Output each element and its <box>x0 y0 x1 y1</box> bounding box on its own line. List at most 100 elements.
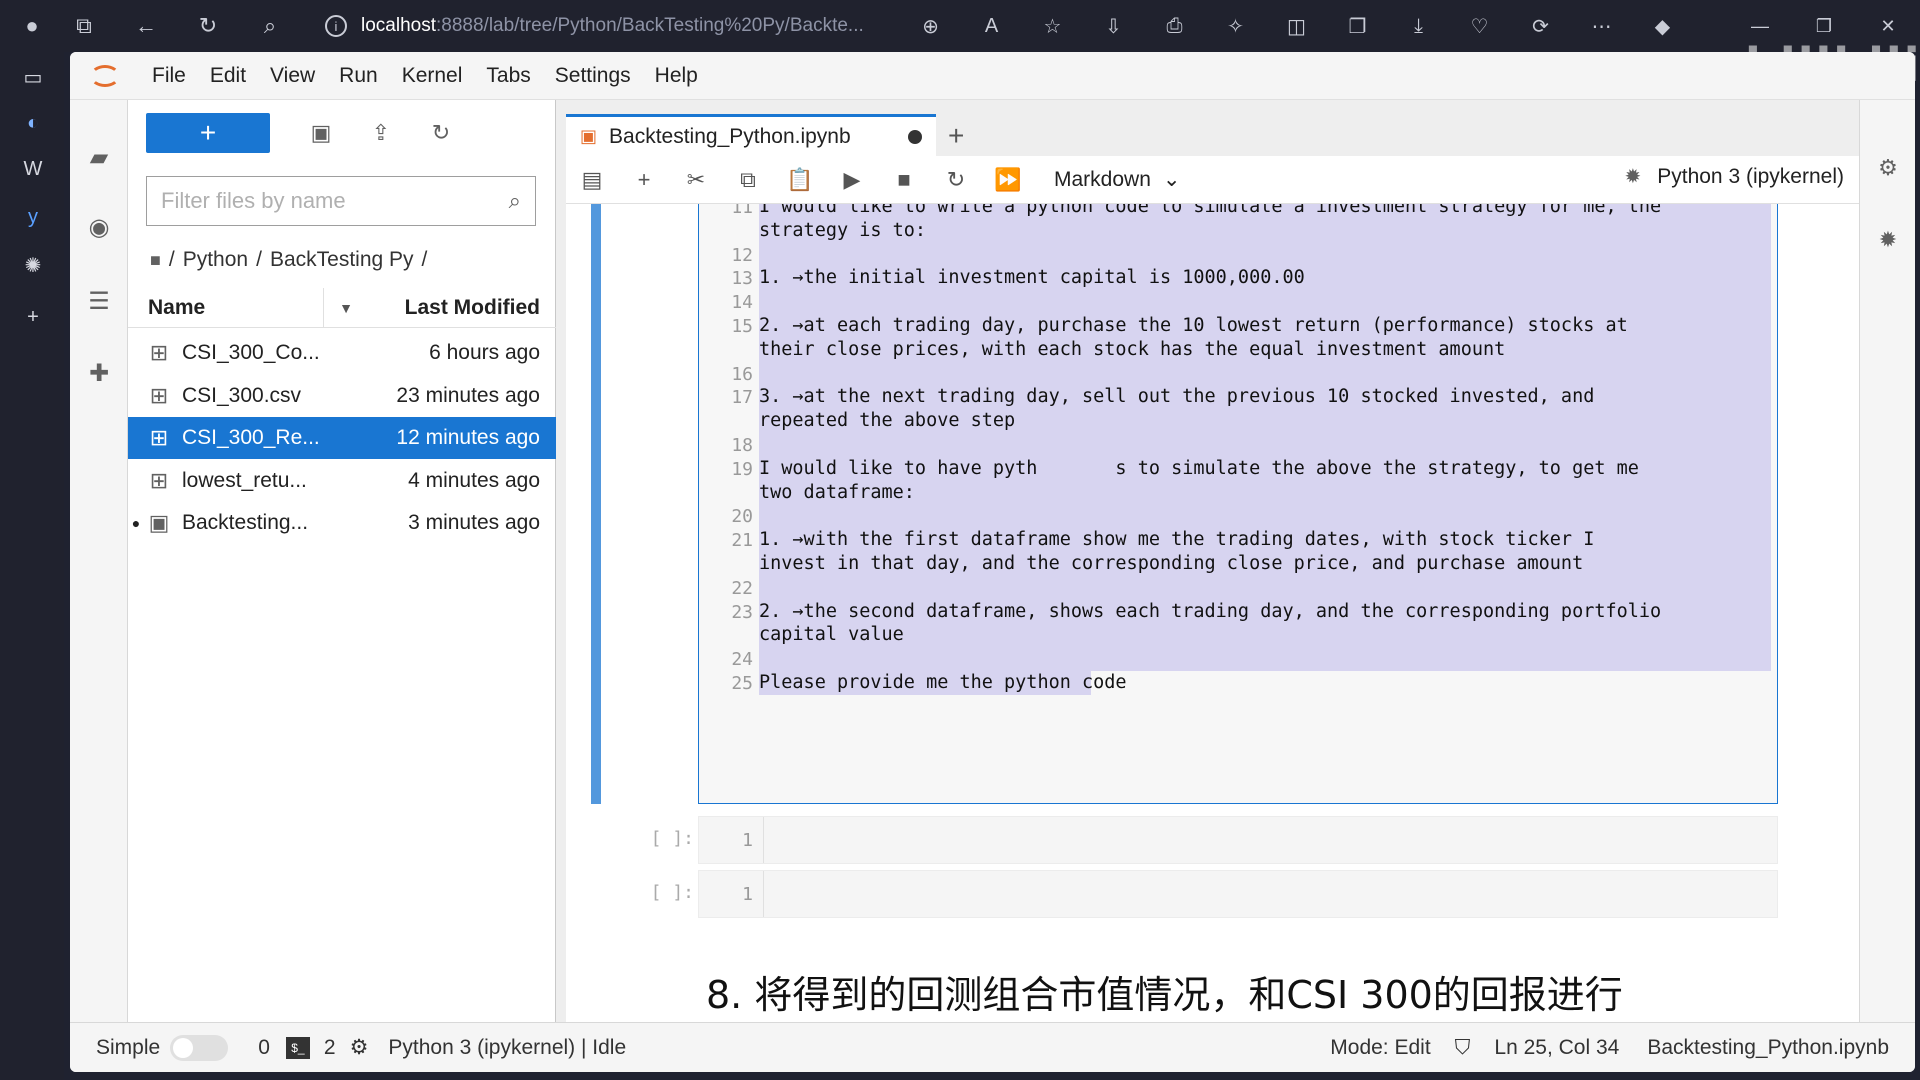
active-cell-bar[interactable] <box>591 204 601 804</box>
selection-highlight <box>759 433 1771 457</box>
cursor-position[interactable]: Ln 25, Col 34 <box>1494 1036 1619 1060</box>
downloads-icon[interactable]: ⤓ <box>1388 15 1449 38</box>
refresh-icon[interactable]: ↻ <box>184 0 232 52</box>
site-info-icon[interactable]: i <box>325 15 347 37</box>
home-folder-icon[interactable]: ■ <box>150 250 161 271</box>
split-screen-icon[interactable]: ◫ <box>1266 14 1327 39</box>
upload-icon[interactable]: ⇪ <box>366 118 396 148</box>
file-row[interactable]: ⊞ CSI_300_Re... 12 minutes ago <box>128 417 556 459</box>
read-aloud-icon[interactable]: A <box>961 15 1022 38</box>
copy-icon[interactable]: ⧉ <box>722 160 774 200</box>
save-icon[interactable]: ▤ <box>566 160 618 200</box>
running-icon[interactable]: ◉ <box>82 210 116 244</box>
run-all-icon[interactable]: ⏩ <box>982 160 1034 200</box>
tabs-icon[interactable]: ⧉ <box>60 0 108 52</box>
notebook-icon: ▣ <box>148 510 170 535</box>
browser-essentials-icon[interactable]: ⟳ <box>1510 14 1571 39</box>
markdown-line: capital value <box>759 624 904 646</box>
filter-files-input[interactable] <box>161 188 509 214</box>
favorite-icon[interactable]: ☆ <box>1022 14 1083 39</box>
left-activity-bar: ▰ ◉ ☰ ✚ <box>70 100 128 1022</box>
yahoo-icon[interactable]: y <box>18 202 48 232</box>
file-name: lowest_retu... <box>182 468 307 492</box>
tab-title: Backtesting_Python.ipynb <box>609 124 851 148</box>
extensions-icon[interactable]: ✧ <box>1205 14 1266 39</box>
table-file-icon: ⊞ <box>149 425 169 450</box>
menu-help[interactable]: Help <box>643 64 710 88</box>
file-row[interactable]: ⊞ lowest_retu... 4 minutes ago <box>128 460 556 502</box>
kernel-status-text[interactable]: Python 3 (ipykernel) | Idle <box>388 1036 626 1060</box>
run-icon[interactable]: ▶ <box>826 160 878 200</box>
cell-type-value: Markdown <box>1054 167 1151 191</box>
breadcrumb: ■ / Python / BackTesting Py / <box>150 248 427 272</box>
menu-edit[interactable]: Edit <box>198 64 258 88</box>
debugger-icon[interactable]: ✹ <box>1624 164 1641 189</box>
insert-cell-icon[interactable]: + <box>618 160 670 200</box>
refresh-files-icon[interactable]: ↻ <box>426 118 456 148</box>
download-icon[interactable]: ⇩ <box>1083 14 1144 39</box>
debugger-panel-icon[interactable]: ✹ <box>1874 226 1902 254</box>
menu-run[interactable]: Run <box>327 64 390 88</box>
menu-file[interactable]: File <box>140 64 198 88</box>
modified-column-header[interactable]: Last Modified <box>368 296 556 320</box>
zoom-icon[interactable]: ⊕ <box>900 14 961 39</box>
line-number: 22 <box>731 577 753 599</box>
add-sidebar-icon[interactable]: + <box>18 302 48 332</box>
kernel-count[interactable]: 2 <box>324 1036 336 1060</box>
menu-kernel[interactable]: Kernel <box>390 64 475 88</box>
code-cell[interactable]: 1 <box>698 816 1778 864</box>
terminal-count[interactable]: 0 <box>258 1036 270 1060</box>
kernel-chip-icon[interactable]: ⚙ <box>350 1035 369 1060</box>
profile-icon[interactable]: ● <box>8 0 56 52</box>
file-row[interactable]: ● ▣ Backtesting... 3 minutes ago <box>128 502 556 544</box>
breadcrumb-backtesting[interactable]: BackTesting Py <box>270 248 414 272</box>
breadcrumb-python[interactable]: Python <box>183 248 248 272</box>
kernel-name[interactable]: Python 3 (ipykernel) <box>1657 165 1844 189</box>
copilot-icon[interactable]: ◆ <box>1632 14 1693 39</box>
paste-icon[interactable]: 📋 <box>774 160 826 200</box>
shield-icon[interactable]: ⛉ <box>1455 1036 1471 1060</box>
filter-files-field[interactable]: ⌕ <box>146 176 536 226</box>
tab-notebook[interactable]: ▣ Backtesting_Python.ipynb <box>566 114 936 156</box>
property-inspector-icon[interactable]: ⚙ <box>1874 154 1902 182</box>
folder-icon[interactable]: ▰ <box>82 140 116 174</box>
active-tab-icon[interactable]: ◐ <box>18 108 48 138</box>
file-name: CSI_300_Co... <box>182 341 320 364</box>
add-tab-icon[interactable]: + <box>948 120 964 152</box>
section-heading: 8. 将得到的回测组合市值情况，和CSI 300的回报进行 <box>706 973 1623 1017</box>
address-bar[interactable]: i localhost :8888/lab/tree/Python/BackTe… <box>325 10 885 42</box>
file-row[interactable]: ⊞ CSI_300.csv 23 minutes ago <box>128 375 556 417</box>
stop-icon[interactable]: ■ <box>878 160 930 200</box>
breadcrumb-sep: / <box>168 248 175 271</box>
sort-arrow-icon[interactable]: ▼ <box>324 300 368 316</box>
vertical-tabs-icon[interactable]: ▭ <box>18 62 48 92</box>
print-icon[interactable]: ⎙ <box>1144 15 1205 38</box>
extensions-icon[interactable]: ✚ <box>82 356 116 390</box>
simple-mode-toggle[interactable] <box>170 1034 229 1061</box>
menu-settings[interactable]: Settings <box>543 64 643 88</box>
line-number: 20 <box>731 506 753 528</box>
performance-icon[interactable]: ♡ <box>1449 14 1510 39</box>
cell-type-select[interactable]: Markdown ⌄ <box>1054 167 1180 192</box>
markdown-cell-editor[interactable]: 11 I would like to write a python code to… <box>698 204 1778 804</box>
back-icon[interactable]: ← <box>122 0 170 52</box>
menubar: File Edit View Run Kernel Tabs Settings … <box>70 52 1915 100</box>
word-icon[interactable]: W <box>18 154 48 184</box>
restart-icon[interactable]: ↻ <box>930 160 982 200</box>
code-cell[interactable]: 1 <box>698 870 1778 918</box>
cut-icon[interactable]: ✂ <box>670 160 722 200</box>
name-column-header[interactable]: Name <box>128 288 324 327</box>
markdown-line: I would like to have pyth s to simulate … <box>759 457 1639 479</box>
chatgpt-icon[interactable]: ✺ <box>18 250 48 280</box>
search-icon[interactable]: ⌕ <box>246 0 294 52</box>
terminal-icon[interactable]: $_ <box>285 1036 310 1059</box>
menu-view[interactable]: View <box>258 64 327 88</box>
toc-icon[interactable]: ☰ <box>82 284 116 318</box>
collections-icon[interactable]: ❐ <box>1327 14 1388 39</box>
menu-tabs[interactable]: Tabs <box>474 64 542 88</box>
more-icon[interactable]: ⋯ <box>1571 14 1632 39</box>
file-row[interactable]: ⊞ CSI_300_Co... 6 hours ago <box>128 332 556 374</box>
new-folder-icon[interactable]: ▣ <box>306 118 336 148</box>
unsaved-indicator-icon[interactable] <box>908 129 922 144</box>
new-launcher-button[interactable]: + <box>146 113 270 153</box>
